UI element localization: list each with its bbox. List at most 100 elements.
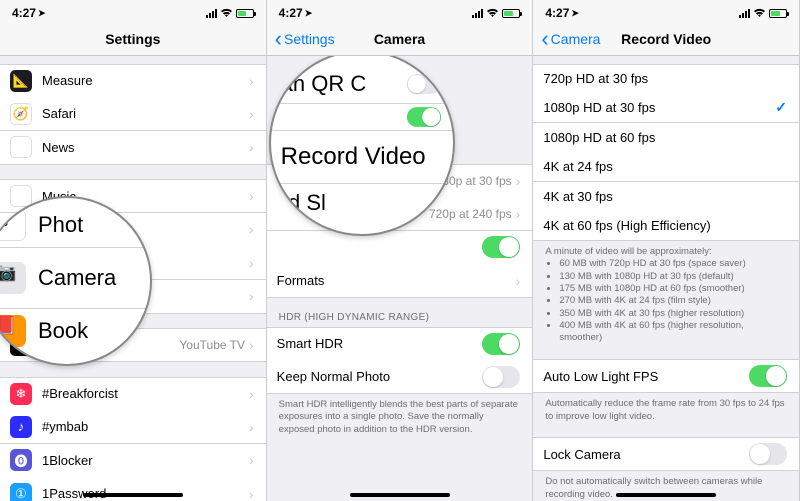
status-bar: 4:27 ➤ [533, 0, 799, 22]
row-label: Keep Normal Photo [277, 369, 483, 384]
settings-group-thirdparty: ❄#Breakforcist ♪ #ymbab ⓿1Blocker①1Password [0, 377, 266, 501]
row-label: Measure [42, 73, 249, 88]
size-item: 400 MB with 4K at 60 fps (higher resolut… [559, 320, 787, 345]
battery-icon [236, 9, 254, 18]
row-label: 1080p HD at 30 fps [543, 100, 775, 115]
back-button[interactable]: Settings [275, 31, 335, 47]
battery-icon [502, 9, 520, 18]
toggle[interactable] [407, 107, 441, 127]
row-label: Smart HDR [277, 336, 483, 351]
settings-row[interactable]: ♪ #ymbab [0, 410, 266, 444]
size-item: 270 MB with 4K at 24 fps (film style) [559, 295, 787, 307]
row-label: Safari [42, 106, 249, 121]
nav-bar: Settings [0, 22, 266, 56]
settings-row[interactable]: 📐 Measure [0, 64, 266, 98]
status-time: 4:27 [279, 6, 303, 20]
measure-icon: 📐 [10, 70, 32, 92]
toggle[interactable] [482, 236, 520, 258]
settings-row[interactable]: NNews [0, 131, 266, 165]
row-label: 4K at 24 fps [543, 159, 787, 174]
settings-group-apple: 📐 Measure 🧭 Safari NNews [0, 64, 266, 165]
chevron-icon [249, 452, 254, 468]
chevron-icon [516, 273, 521, 289]
nav-bar: Settings Camera [267, 22, 533, 56]
location-icon: ➤ [305, 8, 313, 19]
row-detail: YouTube TV [179, 338, 245, 352]
row-stereo-bg[interactable] [267, 231, 533, 265]
status-bar: 4:27 ➤ [267, 0, 533, 22]
chevron-icon [249, 221, 254, 237]
row-label: 720p HD at 30 fps [543, 71, 787, 86]
video-format-option[interactable]: 1080p HD at 30 fps [533, 93, 799, 123]
home-indicator [616, 493, 716, 497]
signal-icon [472, 9, 483, 18]
check-icon [775, 99, 787, 116]
toggle-keep-normal[interactable] [482, 366, 520, 388]
video-format-option[interactable]: 1080p HD at 60 fps [533, 123, 799, 153]
home-indicator [350, 493, 450, 497]
signal-icon [206, 9, 217, 18]
chevron-icon [249, 188, 254, 204]
row-formats[interactable]: Formats [267, 264, 533, 298]
mag-row-camera[interactable]: 📷 Camera [0, 248, 150, 309]
mag-label: Phot [38, 212, 83, 238]
chevron-icon [249, 386, 254, 402]
chevron-icon [249, 288, 254, 304]
page-title: Settings [0, 31, 266, 47]
mag-row-grid [271, 104, 453, 131]
mag-label: Camera [38, 265, 116, 291]
video-format-option[interactable]: 4K at 30 fps [533, 182, 799, 212]
size-item: 60 MB with 720p HD at 30 fps (space save… [559, 258, 787, 270]
row-label: 4K at 60 fps (High Efficiency) [543, 218, 787, 233]
video-format-option[interactable]: 4K at 60 fps (High Efficiency) [533, 211, 799, 241]
camera-settings-screen: 4:27 ➤ Settings Camera 1080p at 30 fps 7… [267, 0, 534, 501]
row-label: Lock Camera [543, 447, 749, 462]
wifi-icon [753, 8, 766, 18]
chevron-icon [249, 419, 254, 435]
section-header-hdr: HDR (HIGH DYNAMIC RANGE) [267, 298, 533, 327]
size-item: 350 MB with 4K at 30 fps (higher resolut… [559, 308, 787, 320]
size-item: 130 MB with 1080p HD at 30 fps (default) [559, 271, 787, 283]
toggle-lock-camera[interactable] [749, 443, 787, 465]
mag-label: Record Video [281, 143, 426, 171]
home-indicator [83, 493, 183, 497]
chevron-icon [249, 106, 254, 122]
location-icon: ➤ [38, 8, 46, 19]
camera-icon: 📷 [0, 262, 26, 294]
toggle-auto-low-light[interactable] [749, 365, 787, 387]
1blocker-icon: ⓿ [10, 449, 32, 471]
row-lock-camera[interactable]: Lock Camera [533, 437, 799, 471]
row-label: #ymbab [42, 419, 249, 434]
back-button[interactable]: Camera [541, 31, 600, 47]
video-format-option[interactable]: 720p HD at 30 fps [533, 64, 799, 94]
-breakforcist-icon: ❄ [10, 383, 32, 405]
status-time: 4:27 [545, 6, 569, 20]
hdr-footer-note: Smart HDR intelligently blends the best … [267, 394, 533, 436]
chevron-icon [249, 73, 254, 89]
settings-row[interactable]: 🧭 Safari [0, 97, 266, 131]
row-label: News [42, 140, 249, 155]
toggle[interactable] [407, 74, 441, 94]
chevron-icon [516, 206, 521, 222]
-ymbab-icon: ♪ [10, 416, 32, 438]
row-label: Auto Low Light FPS [543, 369, 749, 384]
nav-bar: Camera Record Video [533, 22, 799, 56]
status-bar: 4:27 ➤ [0, 0, 266, 22]
row-label: Formats [277, 273, 516, 288]
safari-icon: 🧭 [10, 103, 32, 125]
row-keep-normal[interactable]: Keep Normal Photo [267, 360, 533, 394]
settings-row[interactable]: ❄#Breakforcist [0, 377, 266, 411]
autolow-note: Automatically reduce the frame rate from… [533, 393, 799, 423]
video-format-option[interactable]: 4K at 24 fps [533, 152, 799, 182]
mag-row-record[interactable]: Record Video [271, 131, 453, 184]
row-smart-hdr[interactable]: Smart HDR [267, 327, 533, 361]
chevron-icon [249, 486, 254, 501]
wifi-icon [486, 8, 499, 18]
row-label: 4K at 30 fps [543, 189, 787, 204]
row-auto-low-light[interactable]: Auto Low Light FPS [533, 359, 799, 393]
mag-label: Book [38, 318, 88, 344]
toggle-smart-hdr[interactable] [482, 333, 520, 355]
settings-row[interactable]: ①1Password [0, 477, 266, 501]
wifi-icon [220, 8, 233, 18]
settings-row[interactable]: ⓿1Blocker [0, 444, 266, 478]
